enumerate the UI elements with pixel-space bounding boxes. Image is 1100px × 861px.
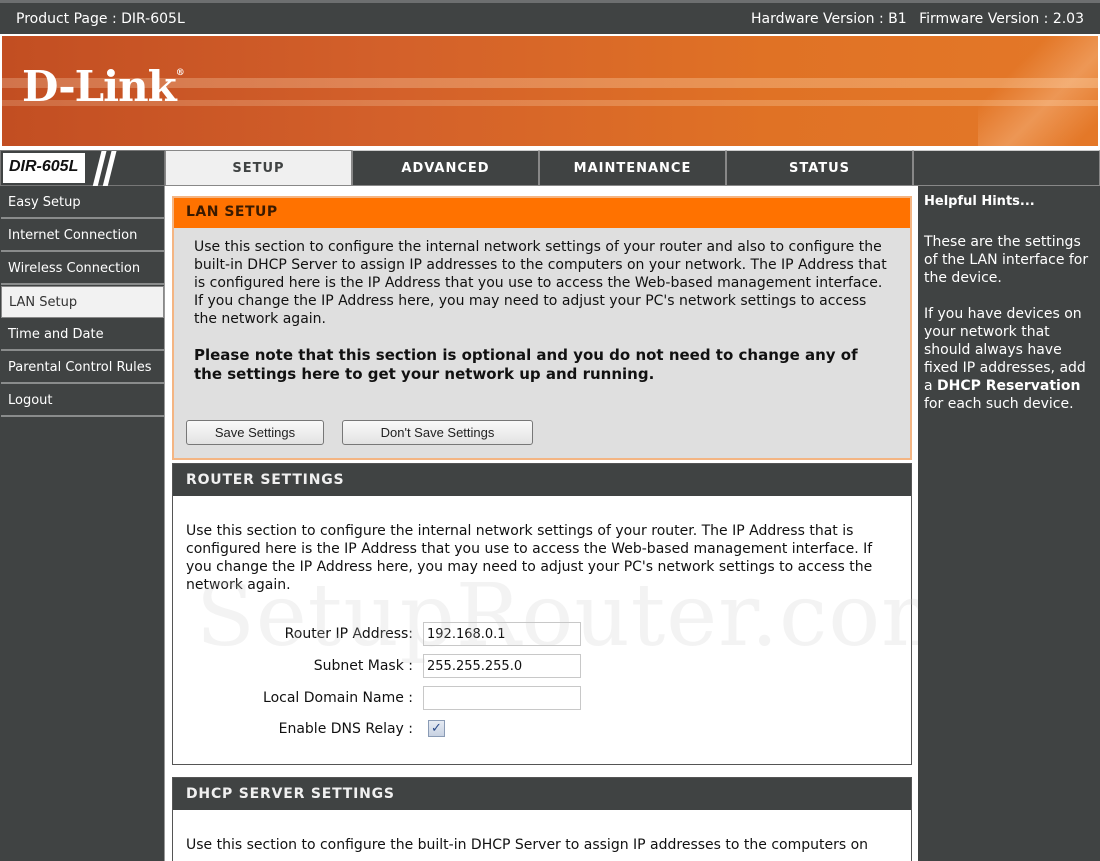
- tab-empty: [913, 150, 1100, 186]
- dont-save-settings-button[interactable]: Don't Save Settings: [342, 420, 533, 445]
- local-domain-input[interactable]: [423, 686, 581, 710]
- optional-note: Please note that this section is optiona…: [194, 346, 858, 383]
- tab-maintenance[interactable]: MAINTENANCE: [539, 150, 726, 186]
- save-settings-button[interactable]: Save Settings: [186, 420, 324, 445]
- router-ip-row: Router IP Address:: [173, 622, 581, 646]
- header-banner: D-Link®: [2, 36, 1098, 146]
- dns-relay-label: Enable DNS Relay :: [278, 720, 413, 737]
- firmware-version: Firmware Version : 2.03: [919, 10, 1084, 27]
- hardware-version: Hardware Version : B1: [751, 10, 907, 27]
- dlink-logo: D-Link®: [22, 62, 185, 111]
- main-content: LAN SETUP Use this section to configure …: [166, 186, 918, 861]
- sidebar-item-time-and-date[interactable]: Time and Date: [1, 319, 164, 351]
- dhcp-server-section: DHCP SERVER SETTINGS Use this section to…: [172, 777, 912, 861]
- sidebar: Easy Setup Internet Connection Wireless …: [0, 186, 165, 861]
- dhcp-reservation-term: DHCP Reservation: [937, 378, 1081, 394]
- section-description: Use this section to configure the intern…: [194, 239, 887, 327]
- dns-relay-row: Enable DNS Relay : ✓: [173, 720, 445, 737]
- sidebar-item-wireless-connection[interactable]: Wireless Connection: [1, 253, 164, 285]
- router-settings-section: ROUTER SETTINGS Use this section to conf…: [172, 463, 912, 765]
- local-domain-row: Local Domain Name :: [173, 686, 581, 710]
- product-page-label: Product Page : DIR-605L: [16, 10, 185, 27]
- hint-paragraph: These are the settings of the LAN interf…: [924, 234, 1089, 286]
- section-title: LAN SETUP: [174, 198, 910, 228]
- checkmark-icon: ✓: [431, 721, 442, 736]
- sidebar-item-parental-control[interactable]: Parental Control Rules: [1, 352, 164, 384]
- main-nav: DIR-605L SETUP ADVANCED MAINTENANCE STAT…: [0, 150, 1100, 187]
- subnet-mask-label: Subnet Mask :: [313, 658, 413, 674]
- hint-paragraph: If you have devices on your network that…: [924, 305, 1094, 413]
- model-label: DIR-605L: [9, 158, 79, 175]
- subnet-mask-row: Subnet Mask :: [173, 654, 581, 678]
- sidebar-item-internet-connection[interactable]: Internet Connection: [1, 220, 164, 252]
- tab-advanced[interactable]: ADVANCED: [352, 150, 539, 186]
- model-badge: DIR-605L: [0, 150, 165, 187]
- section-description: Use this section to configure the intern…: [186, 523, 873, 593]
- sidebar-item-logout[interactable]: Logout: [1, 385, 164, 417]
- button-row: Save Settings Don't Save Settings: [186, 420, 533, 445]
- sidebar-item-easy-setup[interactable]: Easy Setup: [1, 187, 164, 219]
- banner-swoosh: [978, 36, 1098, 146]
- dns-relay-checkbox[interactable]: ✓: [428, 720, 445, 737]
- helpful-hints-panel: Helpful Hints... These are the settings …: [918, 186, 1100, 861]
- registered-mark: ®: [175, 68, 185, 78]
- hints-title: Helpful Hints...: [924, 194, 1035, 209]
- top-info-bar: Product Page : DIR-605L Hardware Version…: [0, 0, 1100, 34]
- section-description: Use this section to configure the built-…: [186, 837, 869, 853]
- subnet-mask-input[interactable]: [423, 654, 581, 678]
- section-title: ROUTER SETTINGS: [173, 464, 911, 496]
- version-info: Hardware Version : B1 Firmware Version :…: [743, 11, 1084, 27]
- router-ip-input[interactable]: [423, 622, 581, 646]
- section-title: DHCP SERVER SETTINGS: [173, 778, 911, 810]
- router-ip-label: Router IP Address:: [284, 626, 413, 642]
- sidebar-item-lan-setup[interactable]: LAN Setup: [1, 286, 164, 318]
- hint-text: for each such device.: [924, 396, 1074, 412]
- tab-setup[interactable]: SETUP: [165, 150, 352, 186]
- local-domain-label: Local Domain Name :: [263, 690, 413, 706]
- logo-text: D-Link: [22, 62, 177, 111]
- tab-status[interactable]: STATUS: [726, 150, 913, 186]
- lan-setup-section: LAN SETUP Use this section to configure …: [172, 196, 912, 460]
